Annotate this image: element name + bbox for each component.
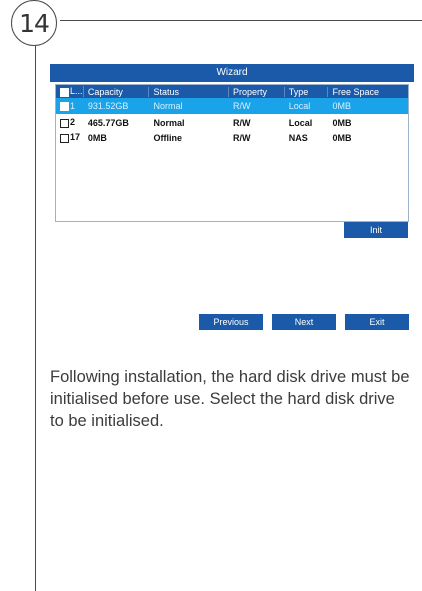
previous-button[interactable]: Previous <box>199 314 263 330</box>
row-free-space: 0MB <box>332 117 352 128</box>
row-type: NAS <box>288 132 308 143</box>
next-button[interactable]: Next <box>272 314 336 330</box>
step-number-badge: 14 <box>11 0 57 46</box>
table-row[interactable]: 1 931.52GB Normal R/W Local 0MB <box>56 98 408 115</box>
init-button[interactable]: Init <box>344 222 408 238</box>
wizard-dialog: Wizard L... Capacity Status Property Typ… <box>50 64 414 331</box>
row-status: Normal <box>153 101 183 111</box>
disk-table: L... Capacity Status Property Type Free … <box>55 84 409 222</box>
column-header-type[interactable]: Type <box>285 86 329 97</box>
row-checkbox[interactable] <box>60 118 69 128</box>
row-property: R/W <box>233 117 251 128</box>
row-capacity: 931.52GB <box>87 101 129 111</box>
row-id: 2 <box>56 117 84 128</box>
header-rule <box>60 20 422 21</box>
table-row[interactable]: 17 0MB Offline R/W NAS 0MB <box>56 130 408 145</box>
column-header-label[interactable]: L... <box>56 86 84 97</box>
row-checkbox[interactable] <box>60 102 69 112</box>
column-header-status[interactable]: Status <box>149 86 230 97</box>
row-type: Local <box>288 101 311 111</box>
margin-rule <box>35 40 36 591</box>
row-free-space: 0MB <box>332 132 352 143</box>
column-header-property[interactable]: Property <box>229 86 285 97</box>
row-status: Offline <box>153 132 182 143</box>
column-header-capacity[interactable]: Capacity <box>84 86 150 97</box>
row-capacity: 465.77GB <box>87 117 129 128</box>
row-property: R/W <box>233 132 251 143</box>
row-id: 17 <box>56 132 84 143</box>
instruction-text: Following installation, the hard disk dr… <box>50 368 410 430</box>
row-type: Local <box>288 117 313 128</box>
table-row[interactable]: 2 465.77GB Normal R/W Local 0MB <box>56 115 408 130</box>
row-capacity: 0MB <box>87 132 107 143</box>
row-id: 1 <box>56 101 84 112</box>
row-checkbox[interactable] <box>60 133 69 143</box>
table-header: L... Capacity Status Property Type Free … <box>56 85 408 98</box>
exit-button[interactable]: Exit <box>345 314 409 330</box>
row-free-space: 0MB <box>332 101 351 111</box>
column-header-free-space[interactable]: Free Space <box>328 87 408 97</box>
select-all-checkbox[interactable] <box>60 87 69 97</box>
row-property: R/W <box>233 101 251 111</box>
wizard-title: Wizard <box>50 64 414 82</box>
row-status: Normal <box>153 117 185 128</box>
